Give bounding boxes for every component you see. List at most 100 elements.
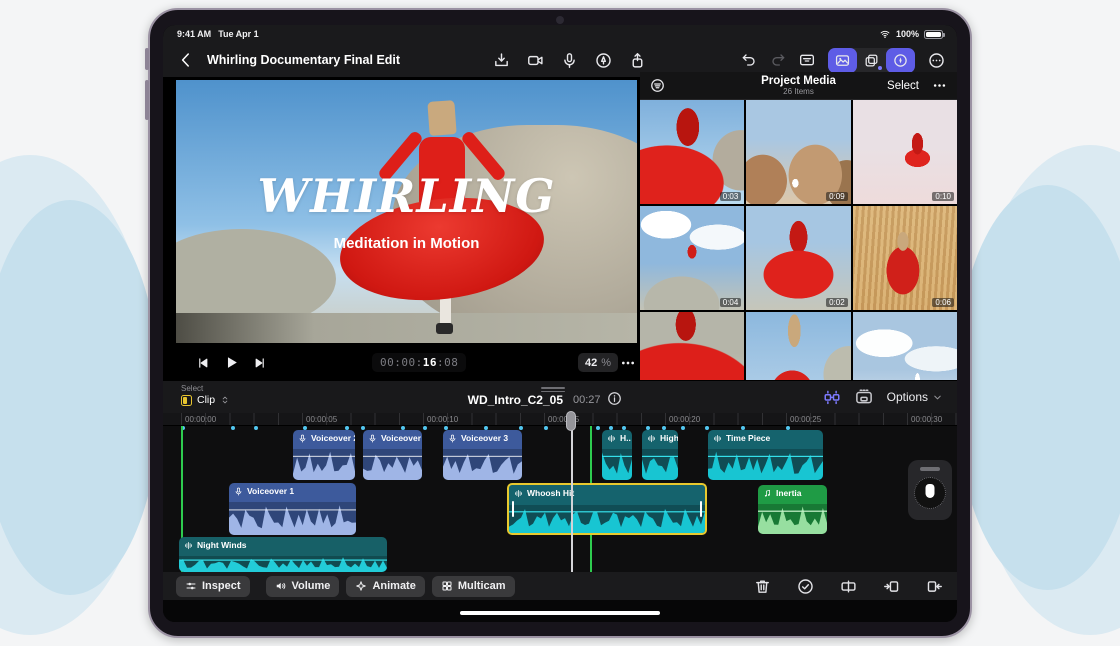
timeline-clip[interactable]: Voiceover 2 bbox=[363, 430, 422, 480]
viewer-more-button[interactable] bbox=[620, 355, 636, 371]
multicam-button[interactable]: Multicam bbox=[432, 576, 515, 597]
decor-blob-left-inner bbox=[0, 200, 160, 595]
timeline-ruler[interactable]: 00:00:0000:00:0500:00:1000:00:1500:00:20… bbox=[163, 413, 957, 426]
media-thumbnail[interactable]: 0:03 bbox=[640, 100, 744, 204]
media-more-button[interactable] bbox=[932, 78, 947, 93]
media-thumbnail[interactable] bbox=[640, 312, 744, 380]
ruler-label: 00:00:10 bbox=[427, 415, 458, 424]
media-thumbnail[interactable]: 0:02 bbox=[746, 206, 850, 310]
home-indicator[interactable] bbox=[460, 611, 660, 615]
insert-button[interactable] bbox=[883, 578, 900, 595]
camera-button[interactable] bbox=[527, 52, 544, 69]
mic-icon bbox=[561, 52, 578, 69]
media-thumbnail[interactable]: 0:10 bbox=[853, 100, 957, 204]
multicam-icon bbox=[441, 580, 453, 592]
home-area bbox=[163, 600, 957, 622]
mic-button[interactable] bbox=[561, 52, 578, 69]
titlecard-button[interactable] bbox=[799, 52, 815, 68]
sequence-name[interactable]: WD_Intro_C2_05 bbox=[163, 393, 563, 407]
inspect-icon bbox=[185, 580, 197, 592]
toolbar-more-button[interactable] bbox=[928, 52, 945, 69]
clip-label: Whoosh Hit bbox=[509, 485, 705, 499]
redo-button[interactable] bbox=[770, 52, 786, 68]
toolbar-center-icons bbox=[493, 52, 646, 69]
magnetic-timeline-button[interactable] bbox=[823, 388, 841, 406]
bottom-buttons: Inspect Volume Animate Multicam bbox=[163, 576, 522, 597]
mic-small-icon bbox=[234, 487, 243, 496]
subtitle-overlay: Meditation in Motion bbox=[176, 235, 637, 252]
clip-label: Night Winds bbox=[179, 537, 387, 551]
keyframe-marker bbox=[361, 426, 365, 430]
ruler-label: 00:00:25 bbox=[790, 415, 821, 424]
title-overlay: WHIRLING bbox=[176, 169, 637, 223]
info-button[interactable] bbox=[607, 391, 622, 406]
clip-name: Voiceover 2 bbox=[311, 433, 355, 443]
media-thumbnail[interactable] bbox=[746, 312, 850, 380]
clip-label: Voiceover 2 bbox=[293, 430, 355, 444]
wave-small-icon bbox=[607, 434, 616, 443]
import-button[interactable] bbox=[493, 52, 510, 69]
timeline-clip[interactable]: Night Winds bbox=[179, 537, 387, 572]
trim-handle-right[interactable] bbox=[700, 501, 702, 517]
media-thumbnail[interactable]: 0:06 bbox=[853, 206, 957, 310]
timecode-display: 00:00:16:08 bbox=[372, 353, 466, 372]
thumbnail-duration: 0:02 bbox=[826, 298, 848, 307]
clip-waveform bbox=[708, 449, 823, 480]
check-circle-button[interactable] bbox=[797, 578, 814, 595]
jog-toggle-button[interactable] bbox=[886, 48, 915, 73]
timeline-clip[interactable]: Time Piece bbox=[708, 430, 823, 480]
timeline-clip[interactable]: Whoosh Hit bbox=[507, 483, 707, 535]
bottom-toolbar: Inspect Volume Animate Multicam bbox=[163, 572, 957, 600]
clip-waveform bbox=[443, 449, 522, 480]
media-thumbnail[interactable]: 0:09 bbox=[746, 100, 850, 204]
pencil-icon bbox=[595, 52, 612, 69]
skip-back-button[interactable] bbox=[196, 356, 210, 370]
undo-button[interactable] bbox=[741, 52, 757, 68]
clip-waveform bbox=[229, 502, 356, 535]
play-button[interactable] bbox=[223, 354, 240, 371]
split-button[interactable] bbox=[840, 578, 857, 595]
thumbnail-duration: 0:04 bbox=[720, 298, 742, 307]
timeline-clip[interactable]: Voiceover 1 bbox=[229, 483, 356, 535]
jog-icon bbox=[893, 53, 908, 68]
status-date: Tue Apr 1 bbox=[218, 29, 259, 39]
timeline-clip[interactable]: Inertia bbox=[758, 485, 827, 534]
select-button[interactable]: Select bbox=[887, 80, 919, 92]
mic-small-icon bbox=[298, 434, 307, 443]
media-thumbnail[interactable] bbox=[853, 312, 957, 380]
zoom-level-badge[interactable]: 42% bbox=[578, 353, 618, 372]
trim-handle-left[interactable] bbox=[512, 501, 514, 517]
thumbnail-duration: 0:09 bbox=[826, 192, 848, 201]
video-viewer[interactable]: WHIRLING Meditation in Motion bbox=[176, 78, 637, 345]
back-button[interactable] bbox=[177, 51, 195, 69]
playhead[interactable] bbox=[565, 411, 577, 572]
clip-label: Time Piece bbox=[708, 430, 823, 444]
overwrite-button[interactable] bbox=[926, 578, 943, 595]
jog-drag-bar[interactable] bbox=[920, 467, 940, 471]
timeline-tracks[interactable]: Voiceover 2 Voiceover 2 Voiceover 3 H.. High… bbox=[163, 426, 957, 572]
trash-button[interactable] bbox=[754, 578, 771, 595]
media-thumbnail[interactable]: 0:04 bbox=[640, 206, 744, 310]
connect-overlay-button[interactable] bbox=[855, 388, 873, 406]
clip-waveform bbox=[293, 449, 355, 480]
inspect-button[interactable]: Inspect bbox=[176, 576, 250, 597]
animate-button[interactable]: Animate bbox=[346, 576, 424, 597]
sequence-duration: 00:27 bbox=[573, 394, 601, 406]
skip-forward-button[interactable] bbox=[253, 356, 267, 370]
timeline-clip[interactable]: High.. bbox=[642, 430, 678, 480]
clips-star-icon bbox=[864, 53, 879, 68]
timeline-clip[interactable]: H.. bbox=[602, 430, 632, 480]
options-button[interactable]: Options bbox=[887, 390, 943, 404]
timeline-clip[interactable]: Voiceover 3 bbox=[443, 430, 522, 480]
clip-label: High.. bbox=[642, 430, 678, 444]
share-button[interactable] bbox=[629, 52, 646, 69]
photo-toggle-button[interactable] bbox=[828, 48, 857, 73]
jog-wheel[interactable] bbox=[908, 460, 952, 520]
timeline-clip[interactable]: Voiceover 2 bbox=[293, 430, 355, 480]
wave-small-icon bbox=[647, 434, 656, 443]
clips-star-toggle-button[interactable] bbox=[857, 48, 886, 73]
keyframe-marker bbox=[519, 426, 523, 430]
pencil-button[interactable] bbox=[595, 52, 612, 69]
volume-button[interactable]: Volume bbox=[266, 576, 340, 597]
ruler-label: 00:00:30 bbox=[911, 415, 942, 424]
